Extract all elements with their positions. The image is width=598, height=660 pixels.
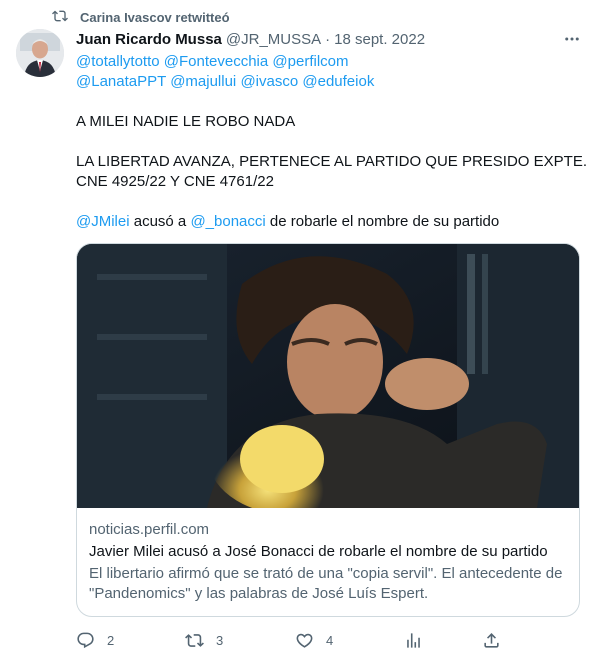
more-options-button[interactable]: [561, 28, 583, 50]
analytics-button[interactable]: [404, 628, 423, 652]
tweet-text-fragment: acusó a: [133, 213, 187, 230]
mention-link[interactable]: @ivasco: [240, 73, 298, 90]
avatar[interactable]: [16, 29, 64, 77]
card-description: El libertario afirmó que se trató de una…: [89, 565, 563, 602]
reply-button[interactable]: 2: [76, 628, 114, 652]
tweet-text-line: CNE 4925/22 Y CNE 4761/22: [76, 173, 274, 190]
separator: ·: [325, 30, 331, 48]
mention-link[interactable]: @majullui: [170, 73, 236, 90]
tweet-text-line: A MILEI NADIE LE ROBO NADA: [76, 113, 296, 130]
mentions-line-1: @totallytotto @Fontevecchia @perfilcom: [76, 52, 348, 72]
mention-link[interactable]: @_bonacci: [190, 213, 265, 230]
like-button[interactable]: 4: [295, 628, 333, 652]
card-title: Javier Milei acusó a José Bonacci de rob…: [89, 543, 548, 560]
tweet-text-line: LA LIBERTAD AVANZA, PERTENECE AL PARTIDO…: [76, 153, 587, 170]
share-icon: [484, 632, 499, 648]
retweet-icon: [52, 8, 80, 27]
more-icon: [565, 37, 579, 41]
card-image: [77, 244, 579, 508]
reply-count: 2: [107, 632, 115, 648]
mention-link[interactable]: @LanataPPT: [76, 73, 166, 90]
tweet-date[interactable]: 18 sept. 2022: [334, 31, 425, 48]
retweet-icon: [185, 633, 204, 647]
like-count: 4: [326, 632, 334, 648]
analytics-icon: [407, 632, 420, 648]
tweet-text-fragment: de robarle el nombre de su partido: [269, 213, 500, 230]
mention-link[interactable]: @perfilcom: [272, 53, 348, 70]
retweet-button[interactable]: 3: [185, 628, 223, 652]
mention-link[interactable]: @totallytotto: [76, 53, 160, 70]
mentions-line-2: @LanataPPT @majullui @ivasco @edufeiok: [76, 72, 374, 92]
retweet-context[interactable]: Carina Ivascov retwitteó: [52, 8, 230, 26]
mention-link[interactable]: @Fontevecchia: [164, 53, 268, 70]
author-handle[interactable]: @JR_MUSSA: [226, 31, 321, 48]
share-button[interactable]: [482, 628, 501, 652]
mention-link[interactable]: @edufeiok: [302, 73, 374, 90]
tweet-text-line: @JMilei acusó a @_bonacci de robarle el …: [76, 212, 499, 232]
mention-link[interactable]: @JMilei: [76, 213, 130, 230]
link-preview-card[interactable]: noticias.perfil.com Javier Milei acusó a…: [76, 243, 580, 617]
retweet-count: 3: [216, 632, 224, 648]
author-name[interactable]: Juan Ricardo Mussa: [76, 31, 222, 48]
retweet-by-label: Carina Ivascov retwitteó: [80, 9, 230, 25]
card-domain: noticias.perfil.com: [89, 521, 210, 538]
tweet-header: Juan Ricardo Mussa @JR_MUSSA · 18 sept. …: [76, 29, 425, 49]
heart-icon: [296, 633, 313, 648]
card-meta: noticias.perfil.com Javier Milei acusó a…: [89, 520, 567, 604]
reply-icon: [77, 632, 94, 648]
